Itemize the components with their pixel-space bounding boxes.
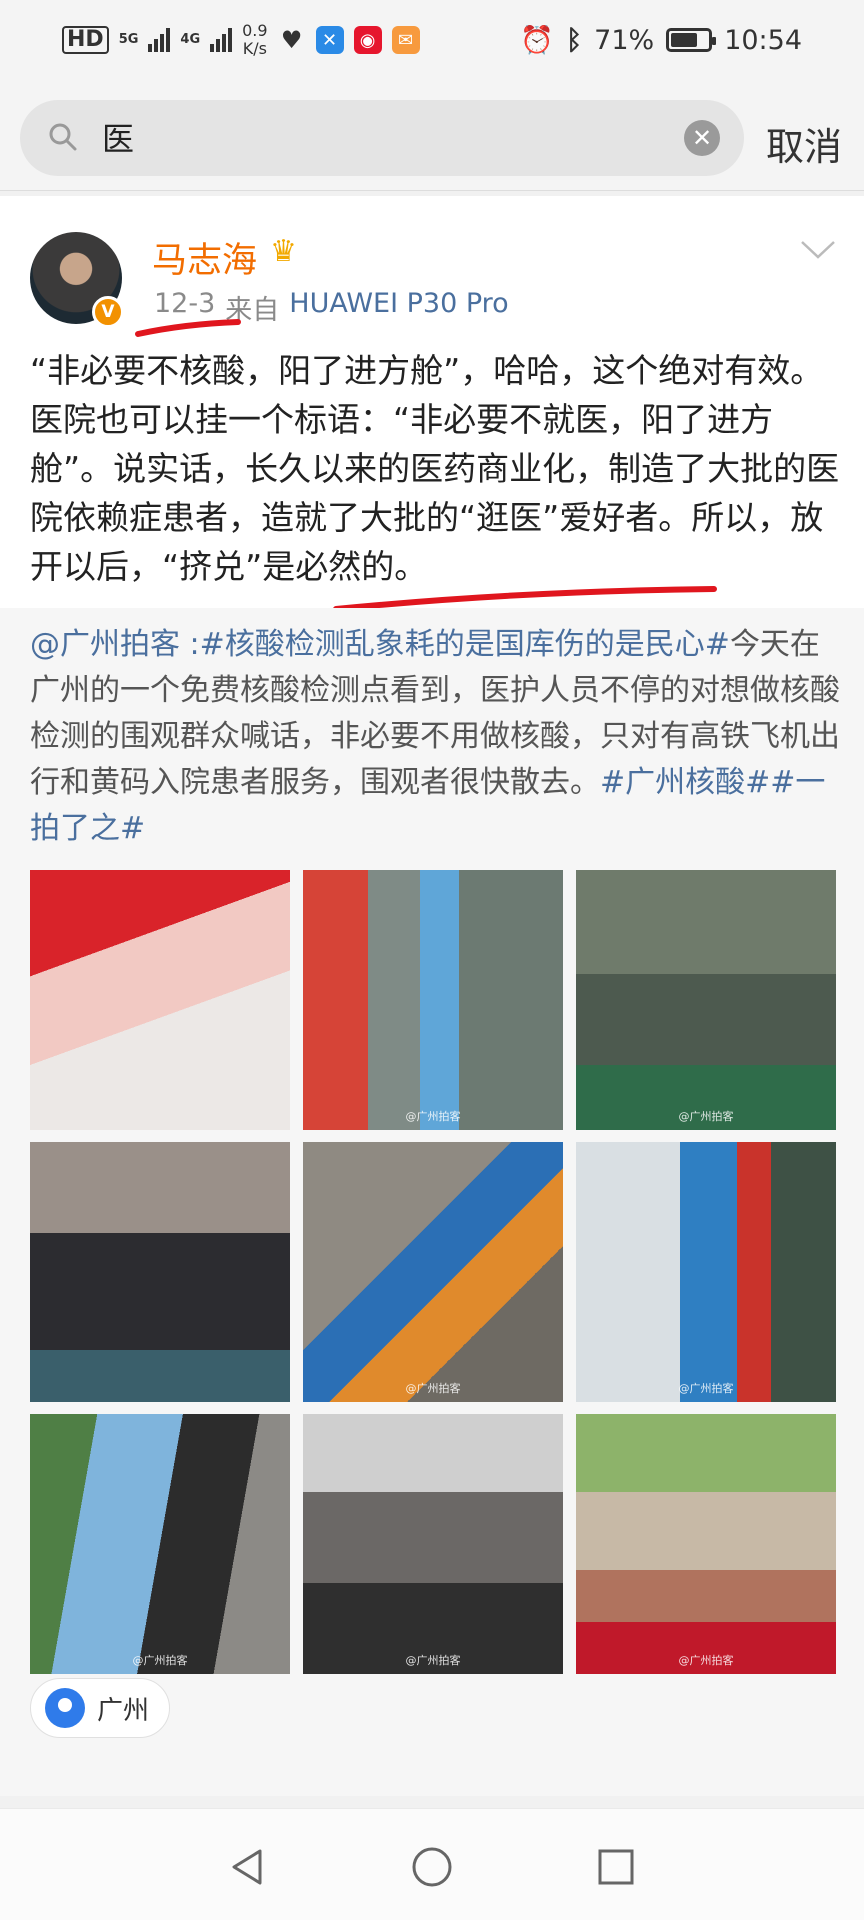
- bluetooth-icon: ᛒ: [565, 24, 583, 56]
- status-bar: HD 5G 4G 0.9 K/s ♥ ✕ ◉ ✉ ⏰ ᛒ 71% 10:54: [0, 0, 864, 86]
- photo-thumbnail[interactable]: @广州拍客: [30, 1414, 290, 1674]
- photo-watermark: @广州拍客: [405, 1110, 461, 1123]
- battery-percent: 71%: [594, 24, 655, 56]
- cancel-button[interactable]: 取消: [766, 116, 842, 171]
- alarm-icon: ⏰: [520, 25, 554, 56]
- app-icon: ✕: [315, 26, 344, 54]
- photo-watermark: @广州拍客: [678, 1382, 734, 1395]
- photo-watermark: @广州拍客: [678, 1110, 734, 1123]
- search-input[interactable]: [102, 118, 662, 156]
- location-tag[interactable]: 广州: [30, 1678, 171, 1738]
- hd-indicator: HD: [62, 26, 109, 54]
- post-text: “非必要不核酸，阳了进方舱”，哈哈，这个绝对有效。医院也可以挂一个标语：“非必要…: [30, 351, 840, 586]
- photo-thumbnail[interactable]: @广州拍客: [576, 1142, 836, 1402]
- photo-grid: @广州拍客 @广州拍客 @广州拍客 @广州拍客 @广州拍客 @广州拍客 @广州拍…: [30, 870, 836, 1674]
- post-author[interactable]: 马志海: [152, 232, 257, 283]
- photo-thumbnail[interactable]: @广州拍客: [576, 870, 836, 1130]
- recents-icon[interactable]: [594, 1845, 638, 1889]
- photo-thumbnail[interactable]: @广州拍客: [303, 870, 563, 1130]
- weibo-icon: ◉: [353, 26, 382, 54]
- quoted-post-text: @广州拍客 :#核酸检测乱象耗的是国库伤的是民心#今天在广州的一个免费核酸检测点…: [30, 622, 840, 852]
- photo-thumbnail[interactable]: @广州拍客: [576, 1414, 836, 1674]
- post-card: V 马志海 ♛ 12-3 来自 HUAWEI P30 Pro “非必要不核酸，阳…: [0, 196, 864, 1796]
- heart-rate-icon: ♥: [280, 26, 303, 54]
- post-device: HUAWEI P30 Pro: [289, 288, 509, 319]
- network-speed: 0.9 K/s: [242, 22, 267, 58]
- back-icon[interactable]: [226, 1845, 270, 1889]
- quoted-post[interactable]: @广州拍客 :#核酸检测乱象耗的是国库伤的是民心#今天在广州的一个免费核酸检测点…: [0, 608, 864, 1796]
- photo-thumbnail[interactable]: @广州拍客: [303, 1142, 563, 1402]
- mention-separator: :: [180, 627, 200, 662]
- search-box[interactable]: ✕: [20, 100, 744, 176]
- photo-watermark: @广州拍客: [132, 1654, 188, 1667]
- photo-thumbnail[interactable]: @广州拍客: [303, 1414, 563, 1674]
- battery-fill: [671, 33, 698, 47]
- system-navigation-bar: [0, 1808, 864, 1920]
- chat-icon: ✉: [391, 26, 420, 54]
- photo-watermark: @广州拍客: [405, 1382, 461, 1395]
- photo-thumbnail[interactable]: [30, 1142, 290, 1402]
- status-right: ⏰ ᛒ 71% 10:54: [520, 24, 802, 57]
- clear-icon[interactable]: ✕: [684, 120, 720, 156]
- chevron-down-icon[interactable]: [800, 240, 836, 260]
- network-speed-value: 0.9: [242, 21, 268, 40]
- battery-icon: [666, 28, 717, 52]
- signal-icon: [148, 28, 171, 52]
- status-left: HD 5G 4G 0.9 K/s ♥ ✕ ◉ ✉: [62, 22, 420, 58]
- home-icon[interactable]: [410, 1845, 454, 1889]
- post-date: 12-3: [154, 288, 216, 319]
- verified-badge-icon: V: [92, 296, 124, 328]
- crown-icon: ♛: [270, 234, 297, 269]
- location-label: 广州: [97, 1695, 150, 1726]
- search-icon: [49, 123, 77, 151]
- post-meta: 12-3 来自 HUAWEI P30 Pro: [154, 288, 509, 327]
- post-source-prefix: 来自: [225, 295, 280, 326]
- photo-watermark: @广州拍客: [678, 1654, 734, 1667]
- network-5g-label: 5G: [118, 32, 139, 47]
- network-4g-label: 4G: [180, 32, 201, 47]
- photo-thumbnail[interactable]: [30, 870, 290, 1130]
- signal-icon: [210, 28, 233, 52]
- search-bar: ✕ 取消: [0, 86, 864, 191]
- location-pin-icon: [45, 1688, 85, 1728]
- topic-link[interactable]: #核酸检测乱象耗的是国库伤的是民心#: [200, 627, 730, 662]
- topic-link[interactable]: #广州核酸#: [600, 765, 770, 800]
- mention-link[interactable]: @广州拍客: [30, 627, 180, 662]
- clock: 10:54: [724, 24, 802, 56]
- network-speed-unit: K/s: [242, 39, 267, 58]
- photo-watermark: @广州拍客: [405, 1654, 461, 1667]
